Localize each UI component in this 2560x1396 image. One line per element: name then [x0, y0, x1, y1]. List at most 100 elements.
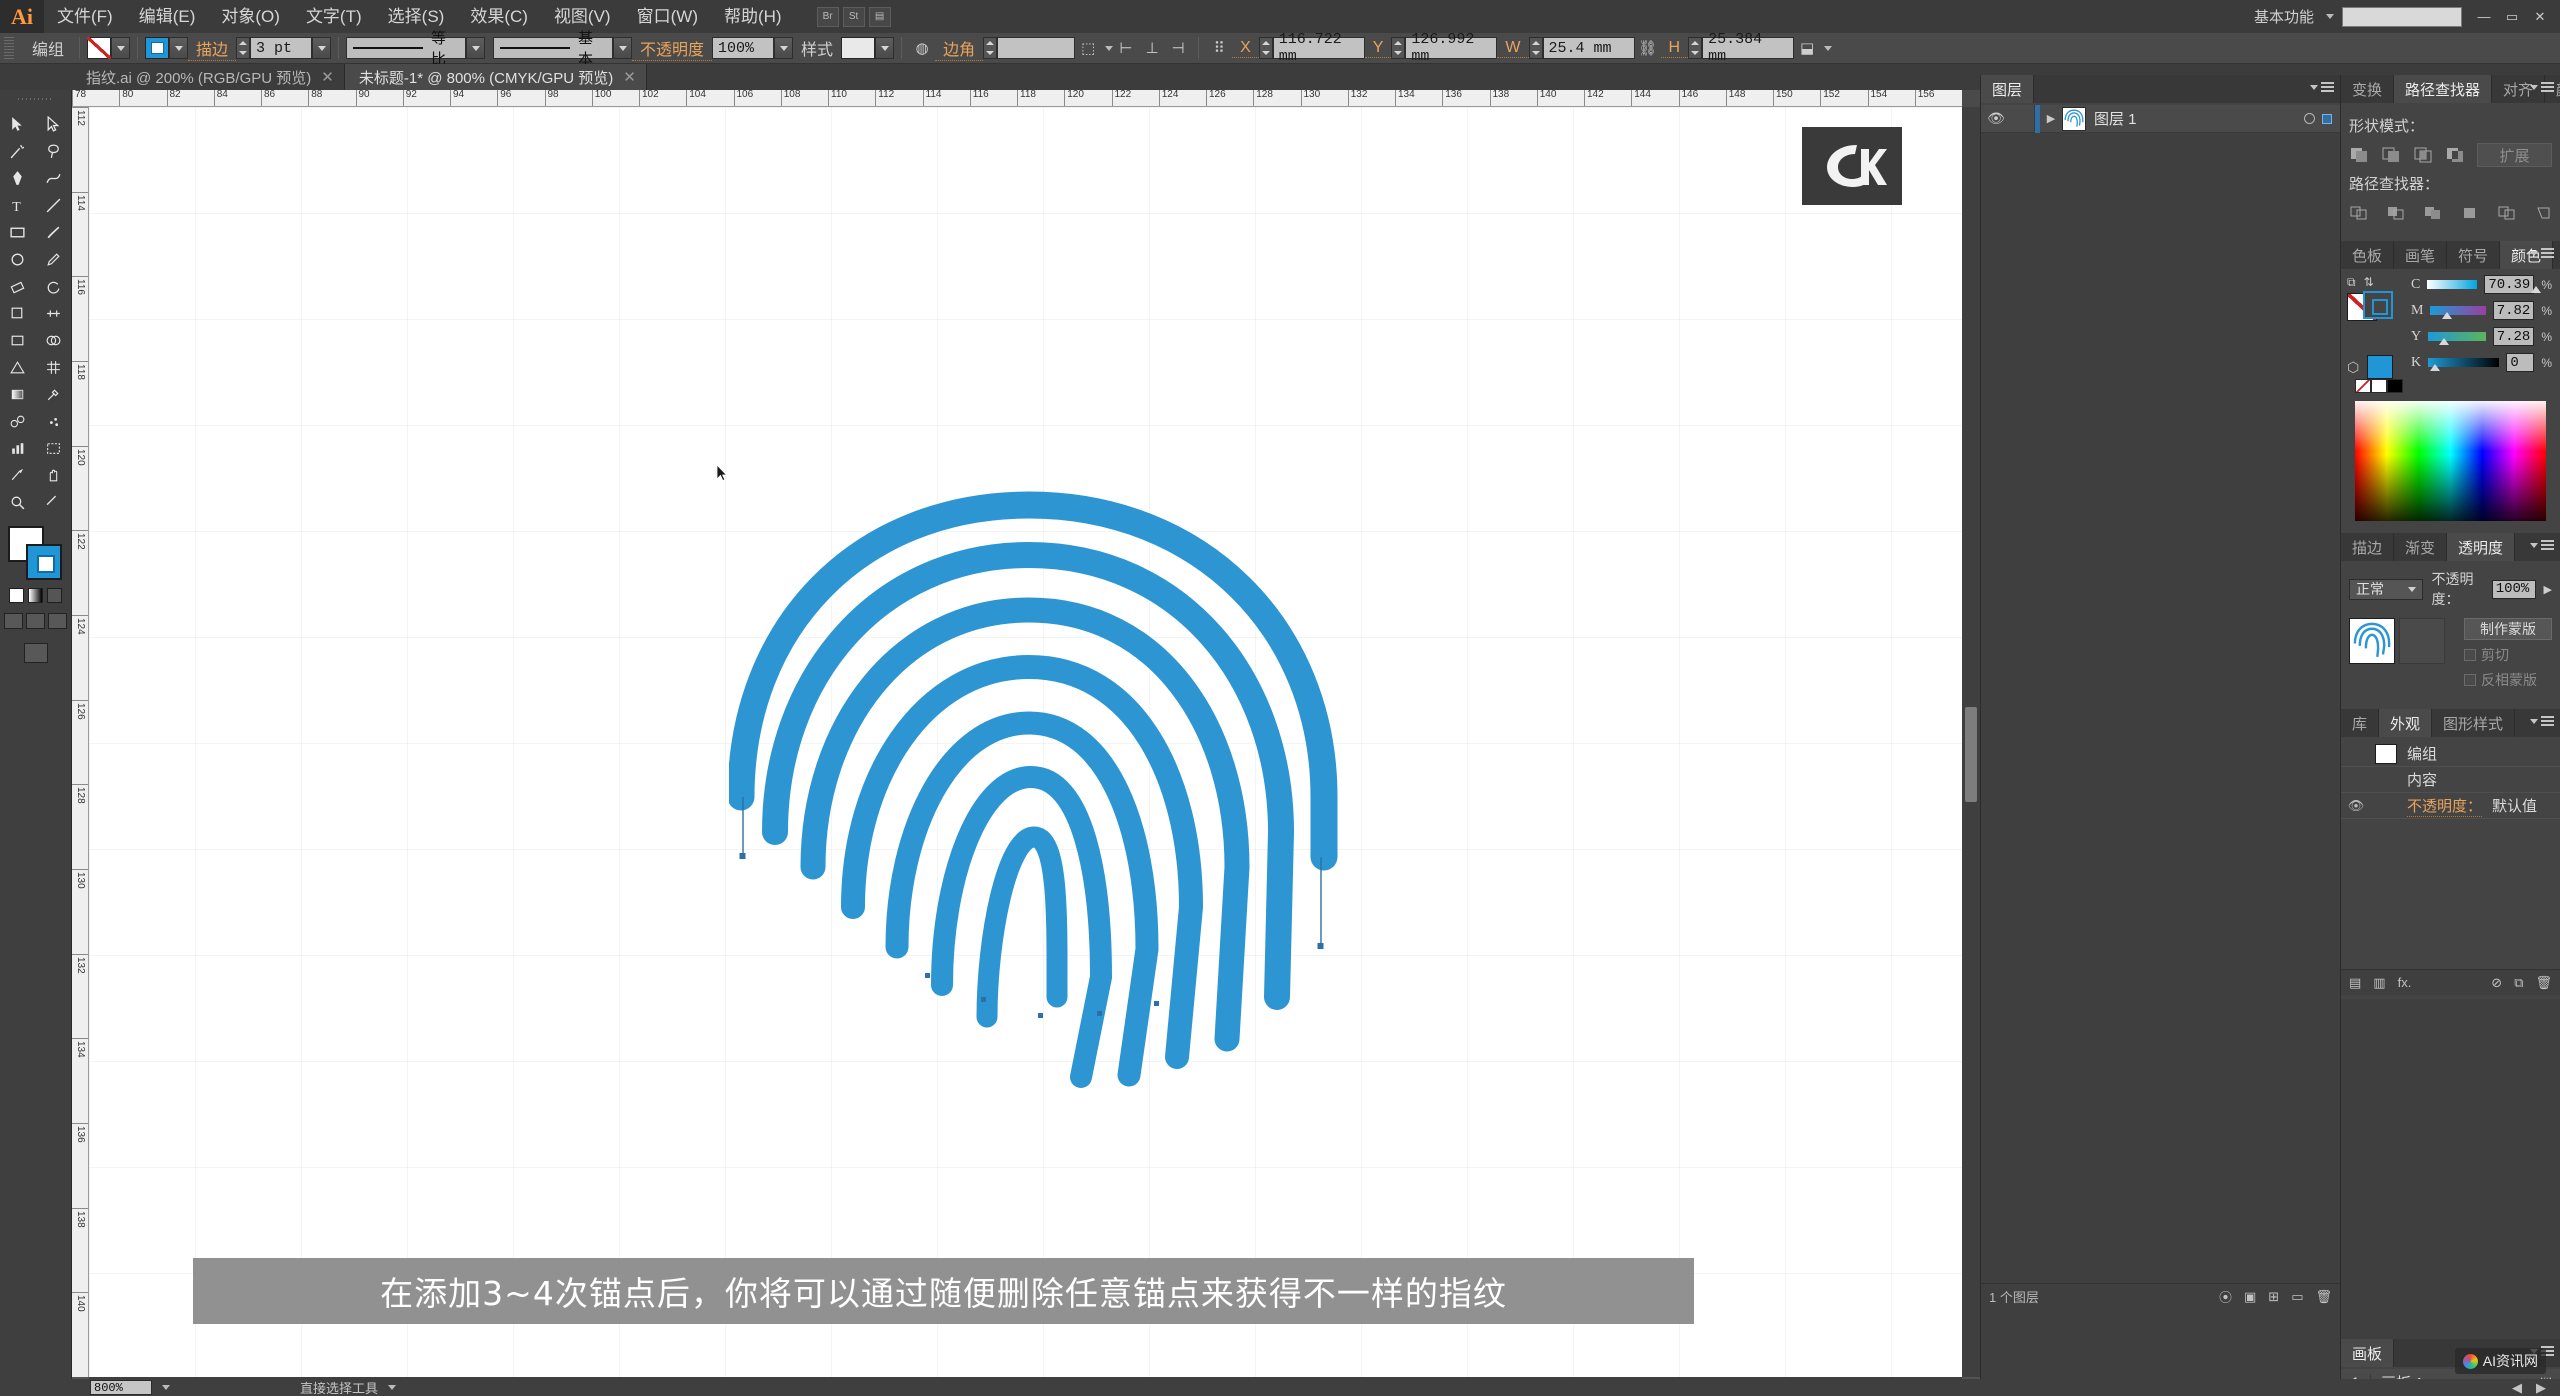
blend-tool[interactable] [0, 408, 36, 435]
fill-swatch[interactable] [87, 37, 112, 59]
white-color-icon[interactable] [2371, 379, 2387, 393]
chevron-down-icon[interactable] [162, 1385, 170, 1390]
free-transform-tool[interactable] [0, 327, 36, 354]
horizontal-ruler[interactable]: 78 80 82 84 86 88 90 92 94 96 98 100 102 104 106 108 110… [72, 90, 1962, 107]
stroke-label[interactable]: 描边 [188, 36, 237, 61]
delete-layer-icon[interactable]: 🗑 [2315, 1289, 2332, 1305]
direct-selection-tool[interactable] [36, 111, 72, 138]
screen-mode-icon[interactable] [23, 643, 48, 663]
channel-value-k[interactable]: 0 [2506, 353, 2535, 372]
style-dropdown[interactable] [875, 37, 895, 59]
variable-width-profile-select[interactable]: 等比 [346, 30, 467, 68]
stock-button-icon[interactable]: St [842, 6, 865, 27]
target-icon[interactable] [2304, 113, 2315, 124]
shape-builder-tool[interactable] [36, 327, 72, 354]
line-segment-tool[interactable] [36, 192, 72, 219]
none-fill-icon[interactable] [47, 588, 62, 603]
nav-first-icon[interactable]: ◀ [2512, 1380, 2522, 1396]
eyedropper-tool[interactable] [36, 381, 72, 408]
vertical-scrollbar[interactable] [1962, 107, 1980, 1377]
pathfinder-panel-menu[interactable] [2526, 82, 2554, 93]
workspace-switcher[interactable]: 基本功能 [2246, 6, 2322, 27]
layer-name[interactable]: 图层 1 [2086, 108, 2137, 129]
h-label[interactable]: H [1660, 39, 1689, 58]
trim-icon[interactable] [2386, 201, 2406, 225]
tools-panel-grip[interactable] [0, 93, 72, 105]
invert-mask-checkbox[interactable]: 反相蒙版 [2464, 670, 2552, 690]
channel-value-y[interactable]: 7.28 [2492, 327, 2535, 346]
symbol-sprayer-tool[interactable] [36, 408, 72, 435]
tab-transform[interactable]: 变换 [2341, 75, 2395, 103]
stroke-color-swatch[interactable] [25, 544, 62, 580]
blend-mode-select[interactable]: 正常 [2349, 578, 2424, 600]
eraser-tool[interactable] [0, 273, 36, 300]
lock-proportions-icon[interactable]: ⛓ [1635, 36, 1661, 60]
corner-stepper[interactable] [983, 37, 998, 59]
pen-tool[interactable] [0, 165, 36, 192]
fill-dropdown[interactable] [111, 37, 131, 59]
appearance-row-opacity[interactable]: 👁 不透明度： 默认值 [2341, 793, 2560, 819]
tab-appearance[interactable]: 外观 [2379, 709, 2433, 737]
gradient-tool[interactable] [0, 381, 36, 408]
color-panel-menu[interactable] [2526, 248, 2554, 259]
slider-track-y[interactable] [2428, 332, 2486, 345]
slider-track-c[interactable] [2427, 280, 2542, 293]
artboard-tool[interactable] [36, 435, 72, 462]
color-stroke-swatch[interactable] [2363, 291, 2393, 319]
swap-arrows-icon[interactable]: ⇅ [2364, 275, 2374, 290]
rotate-tool[interactable] [36, 273, 72, 300]
control-bar-grip[interactable] [4, 37, 14, 59]
delete-item-icon[interactable]: 🗑 [2535, 975, 2552, 991]
slider-track-k[interactable] [2428, 358, 2500, 371]
transform-options-icon[interactable]: ⬓ [1794, 36, 1820, 60]
fingerprint-artwork[interactable] [729, 477, 1369, 1107]
add-new-fill-icon[interactable]: ▥ [2373, 975, 2385, 991]
opacity-label[interactable]: 不透明度 [632, 36, 713, 61]
menu-file[interactable]: 文件(F) [44, 0, 126, 33]
x-label[interactable]: X [1232, 39, 1259, 58]
nav-last-icon[interactable]: ▶ [2536, 1380, 2546, 1396]
fill-stroke-indicator[interactable] [7, 526, 64, 582]
curvature-tool[interactable] [36, 165, 72, 192]
new-layer-icon[interactable]: ▭ [2291, 1289, 2303, 1305]
mesh-tool[interactable] [36, 354, 72, 381]
channel-value-m[interactable]: 7.82 [2492, 301, 2535, 320]
close-button[interactable]: ✕ [2526, 6, 2554, 28]
vertical-ruler[interactable]: 112 114 116 118 120 122 124 126 128 130 132 134 136 1… [72, 107, 89, 1377]
outline-icon[interactable] [2497, 201, 2517, 225]
w-field[interactable]: 25.4 mm [1542, 37, 1635, 59]
close-icon[interactable]: ✕ [623, 68, 636, 86]
h-stepper[interactable] [1688, 37, 1703, 59]
clear-appearance-icon[interactable]: ⊘ [2491, 975, 2502, 991]
align-center-icon[interactable]: ⊥ [1139, 36, 1165, 60]
document-canvas[interactable] [89, 107, 1962, 1377]
add-new-effect-icon[interactable]: fx. [2398, 975, 2412, 990]
stroke-dropdown[interactable] [169, 37, 189, 59]
scale-tool[interactable] [0, 300, 36, 327]
paintbrush-tool[interactable] [36, 219, 72, 246]
brush-definition-select[interactable]: 基本 [493, 30, 614, 68]
brush-dropdown[interactable] [613, 37, 633, 59]
make-clipping-mask-icon[interactable]: ▣ [2244, 1289, 2256, 1305]
lock-icon[interactable] [2011, 104, 2035, 133]
chevron-right-icon[interactable]: ▶ [2040, 112, 2062, 125]
w-stepper[interactable] [1528, 37, 1543, 59]
hand-tool[interactable] [36, 462, 72, 489]
layers-panel-menu[interactable] [2306, 82, 2334, 93]
channel-value-c[interactable]: 70.39 [2484, 275, 2535, 294]
tab-stroke[interactable]: 描边 [2341, 533, 2395, 561]
chevron-right-icon[interactable]: ▶ [2544, 583, 2552, 596]
type-tool[interactable]: T [0, 192, 36, 219]
corner-field[interactable] [997, 37, 1076, 59]
w-label[interactable]: W [1497, 39, 1529, 58]
zoom-tool[interactable] [0, 489, 36, 516]
stroke-weight-stepper[interactable] [236, 37, 251, 59]
minus-back-icon[interactable] [2534, 201, 2554, 225]
make-mask-button[interactable]: 制作蒙版 [2464, 618, 2552, 640]
stroke-weight-field[interactable]: 3 pt [250, 37, 313, 59]
artwork-thumbnail[interactable] [2349, 618, 2395, 664]
none-color-icon[interactable] [2355, 379, 2371, 393]
menu-help[interactable]: 帮助(H) [711, 0, 795, 33]
merge-icon[interactable] [2423, 201, 2443, 225]
close-icon[interactable]: ✕ [321, 68, 334, 86]
